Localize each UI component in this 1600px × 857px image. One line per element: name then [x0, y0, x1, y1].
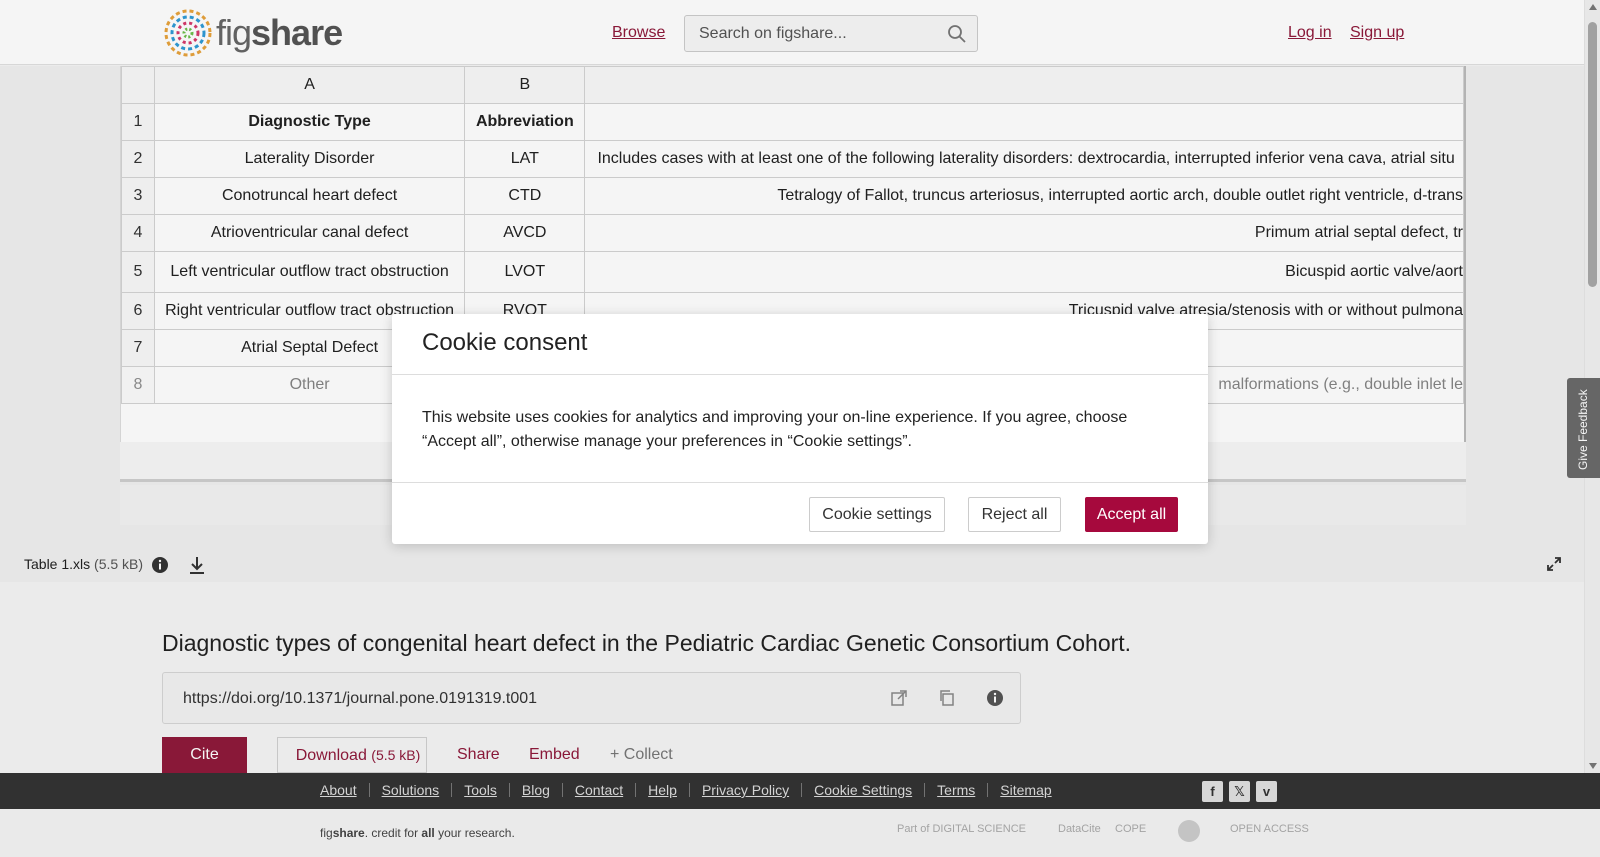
cookie-settings-button[interactable]: Cookie settings [809, 497, 945, 532]
cookie-consent-title: Cookie consent [422, 329, 588, 356]
divider [392, 482, 1208, 483]
cookie-consent-message: This website uses cookies for analytics … [422, 409, 1128, 450]
accept-all-button[interactable]: Accept all [1085, 497, 1178, 532]
reject-all-button[interactable]: Reject all [968, 497, 1061, 532]
modal-overlay: Cookie consent This website uses cookies… [0, 0, 1600, 857]
divider [392, 374, 1208, 375]
cookie-consent-dialog: Cookie consent This website uses cookies… [392, 314, 1208, 544]
